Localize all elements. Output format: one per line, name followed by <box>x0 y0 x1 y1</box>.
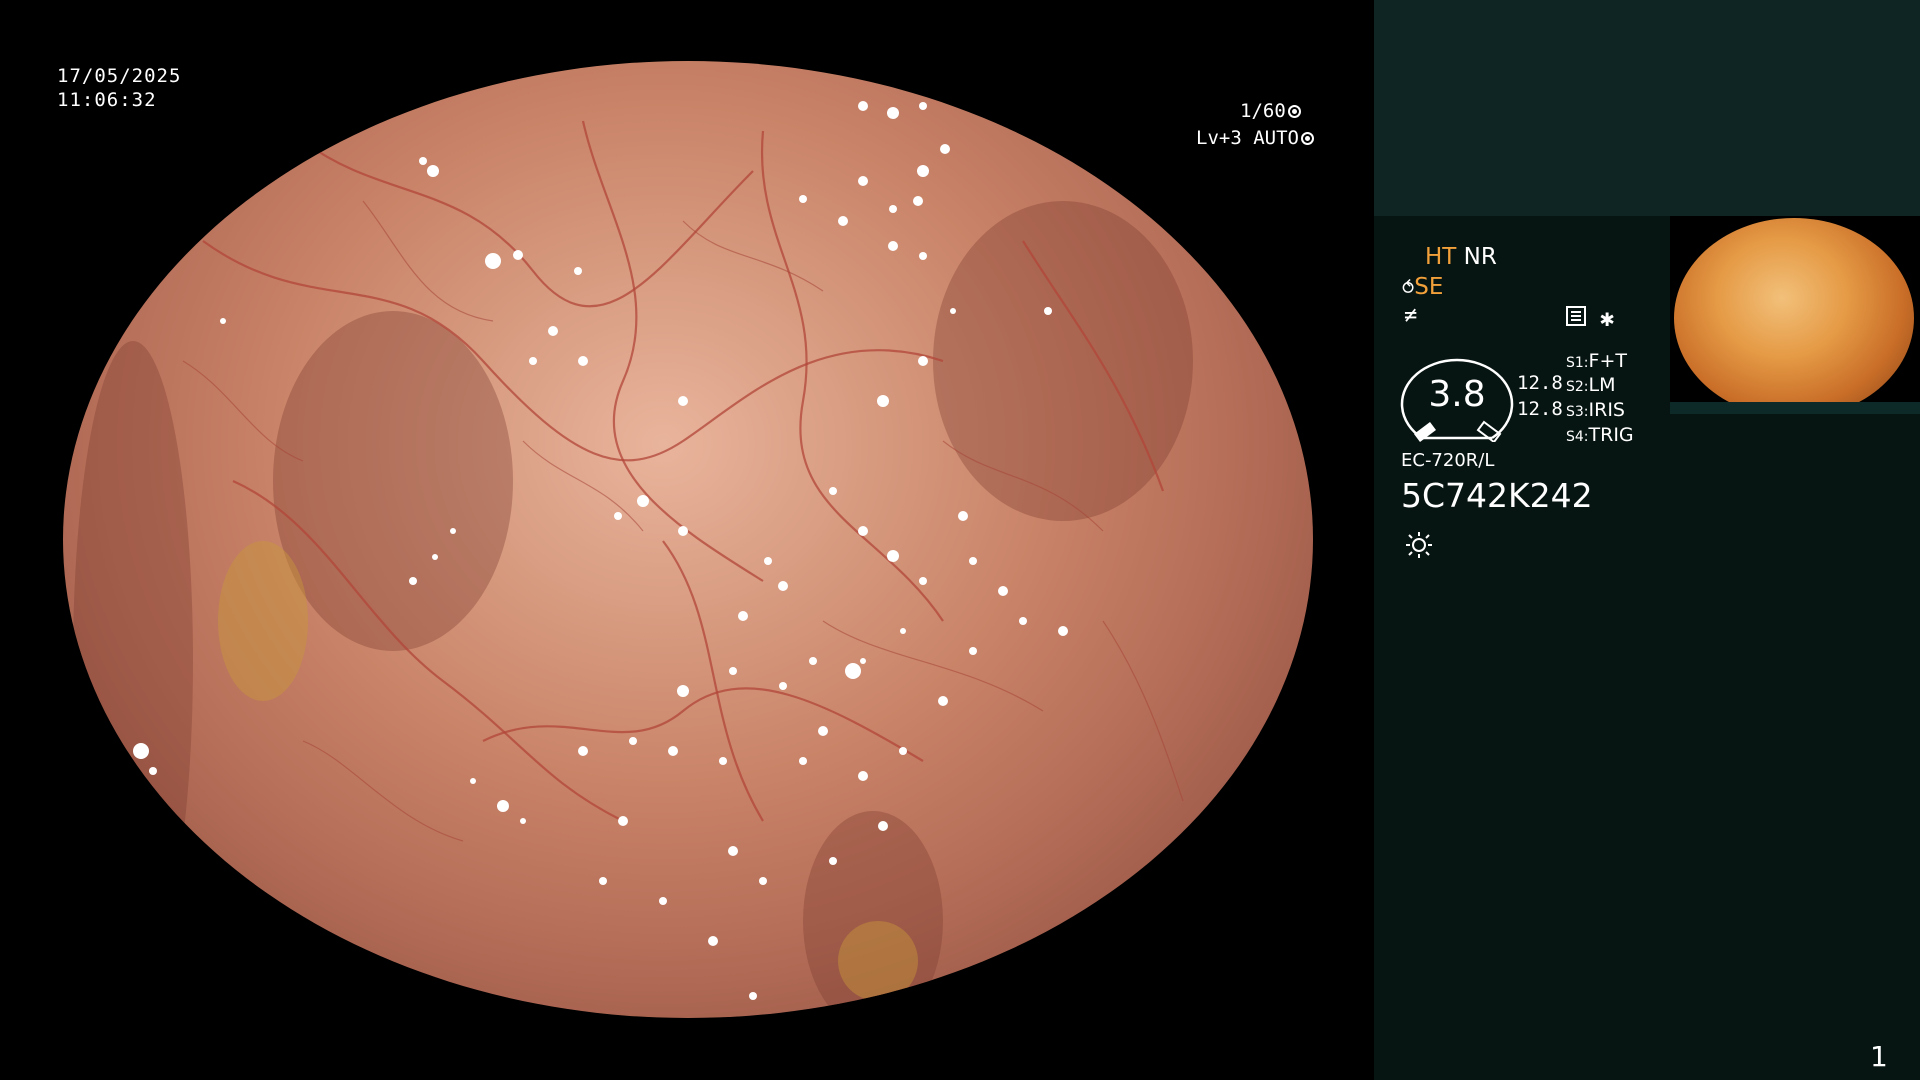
thumbnail-bar <box>1670 402 1920 414</box>
switch-3: S3:IRIS <box>1566 399 1625 421</box>
value-1: 12.8 <box>1517 372 1563 394</box>
ht-nr-indicator: HT NR <box>1425 244 1497 270</box>
thumbnail-view <box>1674 218 1914 402</box>
switch-key: S4: <box>1566 429 1589 445</box>
mask-top <box>0 0 1374 61</box>
se-indicator: ⥀SE <box>1402 274 1443 300</box>
iris-icon <box>1300 132 1314 145</box>
scope-serial: 5C742K242 <box>1401 476 1593 515</box>
gauge-value: 3.8 <box>1428 374 1486 415</box>
value-2: 12.8 <box>1517 398 1563 420</box>
ht-label: HT <box>1425 244 1457 270</box>
info-panel: HT NR ⥀SE ≠ ✱ 3.8 12.8 12.8 S1:F+T S2:LM… <box>1374 0 1920 1080</box>
air-icon: ⥀ <box>1402 278 1415 299</box>
light-icon <box>1406 532 1432 558</box>
asterisk-icon: ✱ <box>1600 304 1615 332</box>
switch-4: S4:TRIG <box>1566 424 1634 446</box>
info-top-band <box>1374 0 1920 216</box>
switch-key: S1: <box>1566 355 1589 371</box>
endoscope-image-area: 17/05/2025 11:06:32 1/60 Lv+3 AUTO <box>0 0 1374 1080</box>
scope-model: EC-720R/L <box>1401 450 1495 471</box>
freeze-icon: ≠ <box>1404 303 1418 328</box>
switch-key: S2: <box>1566 379 1589 395</box>
switch-key: S3: <box>1566 404 1589 420</box>
switch-value: LM <box>1588 374 1616 396</box>
menu-icon <box>1566 306 1586 326</box>
switch-value: TRIG <box>1588 424 1634 446</box>
light-level-value: Lv+3 AUTO <box>1196 127 1299 149</box>
aperture-icon <box>1287 105 1301 118</box>
exam-time: 11:06:32 <box>57 89 157 111</box>
exam-date: 17/05/2025 <box>57 65 182 87</box>
switch-value: F+T <box>1588 350 1627 372</box>
reference-thumbnail[interactable] <box>1670 216 1920 402</box>
switch-value: IRIS <box>1588 399 1625 421</box>
switch-1: S1:F+T <box>1566 350 1627 372</box>
mucosa-illustration <box>73 101 1193 1018</box>
mask-bottom <box>0 1018 1374 1080</box>
switch-2: S2:LM <box>1566 374 1616 396</box>
endoscopic-view <box>63 61 1313 1018</box>
nr-label: NR <box>1463 244 1497 270</box>
shutter-value: 1/60 <box>1240 100 1286 122</box>
page-number: 1 <box>1870 1040 1888 1073</box>
light-level: Lv+3 AUTO <box>1196 127 1314 149</box>
shutter-speed: 1/60 <box>1240 100 1301 122</box>
se-label: SE <box>1414 274 1444 300</box>
